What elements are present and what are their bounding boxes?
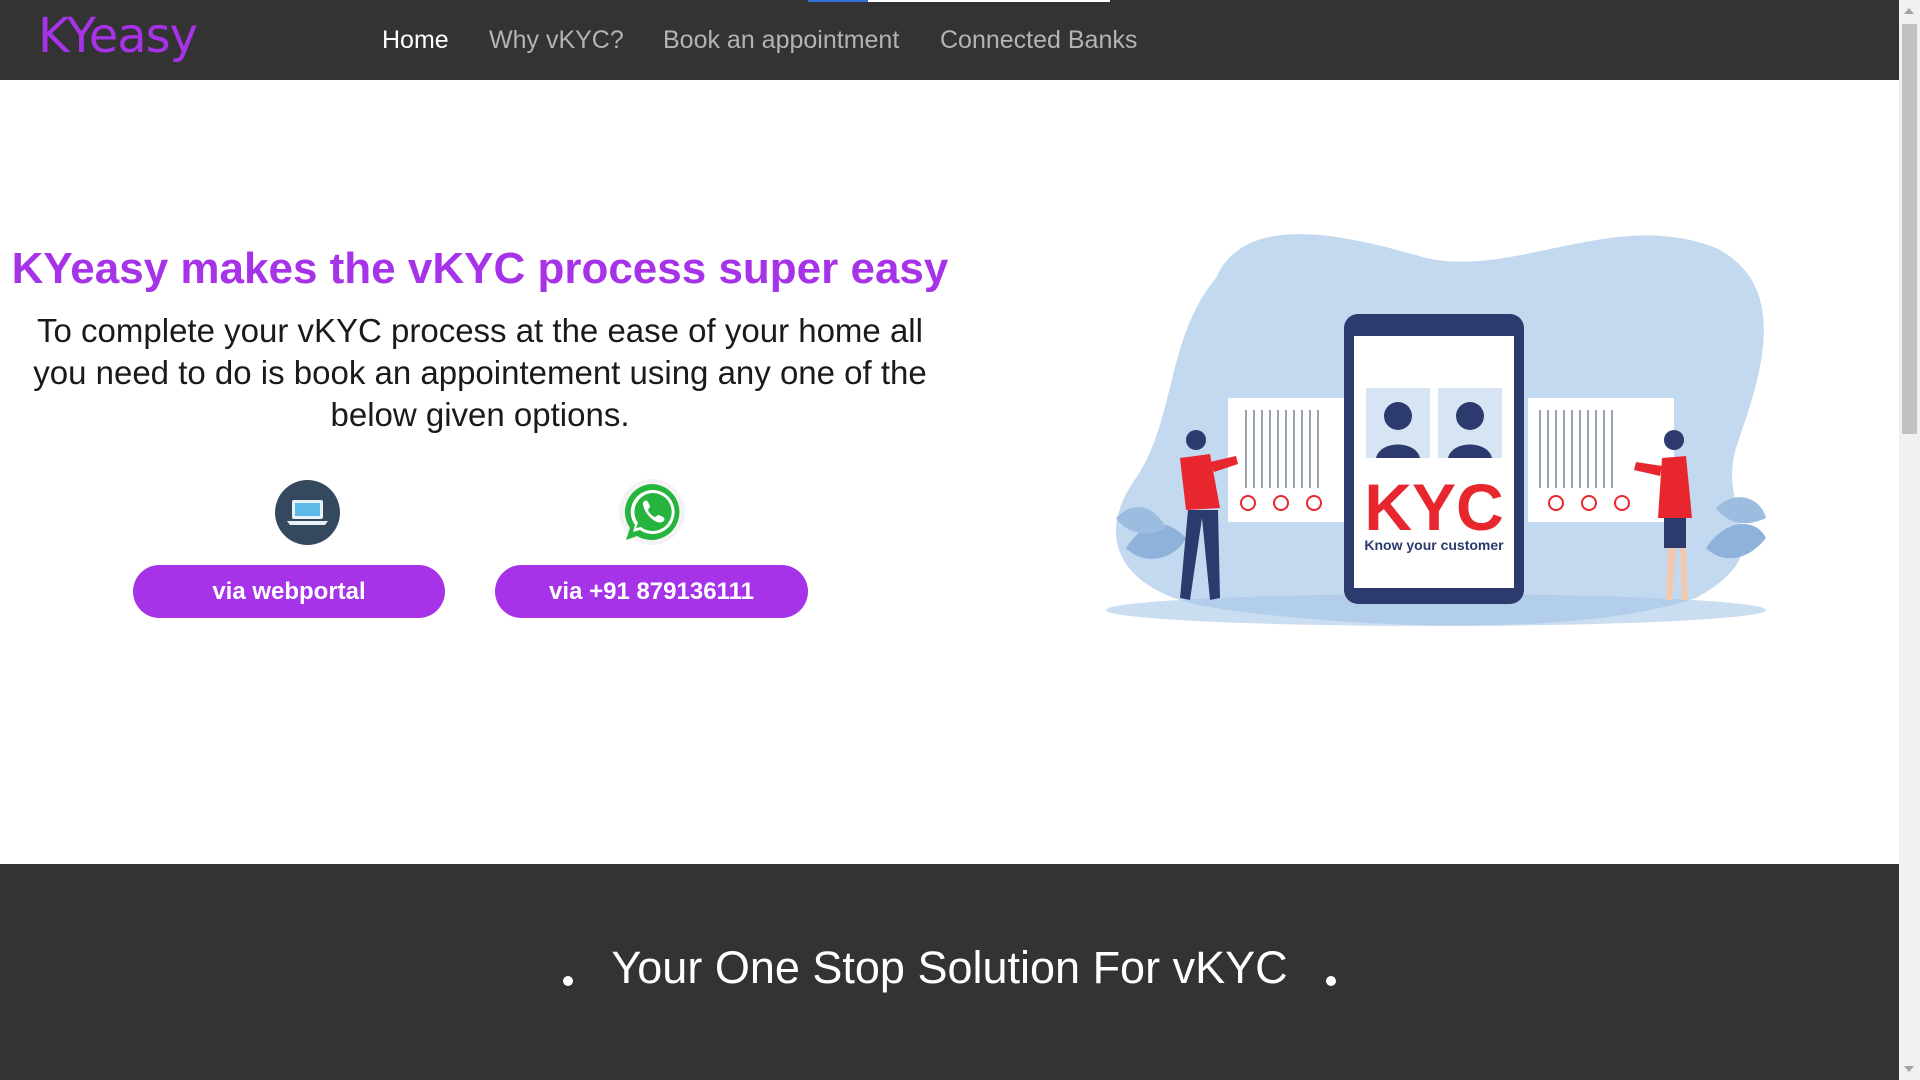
page: KYeasy Home Why vKYC? Book an appointmen…	[0, 0, 1920, 1080]
laptop-icon	[275, 480, 340, 545]
bullet-dot-left	[562, 975, 573, 986]
kyc-caption: Know your customer	[1364, 537, 1504, 553]
top-navbar: KYeasy Home Why vKYC? Book an appointmen…	[0, 0, 1899, 80]
loading-indicator	[808, 0, 1110, 2]
scrollbar-thumb[interactable]	[1902, 24, 1917, 434]
bullet-dot-right	[1326, 975, 1337, 986]
scroll-up-icon[interactable]	[1904, 8, 1914, 14]
webportal-button[interactable]: via webportal	[133, 565, 445, 618]
nav-home[interactable]: Home	[382, 26, 449, 55]
nav-book-appointment[interactable]: Book an appointment	[663, 26, 899, 55]
kyc-illustration: KYC Know your customer	[1106, 234, 1766, 626]
hero-subtitle: To complete your vKYC process at the eas…	[33, 312, 927, 433]
whatsapp-number-button[interactable]: via +91 879136111	[495, 565, 808, 618]
tagline-text: Your One Stop Solution For vKYC	[611, 942, 1288, 993]
whatsapp-icon	[618, 478, 686, 546]
tagline-row: Your One Stop Solution For vKYC	[0, 942, 1899, 994]
brand-logo[interactable]: KYeasy	[38, 8, 198, 64]
hero-title: KYeasy makes the vKYC process super easy	[11, 244, 949, 293]
page-scrollbar[interactable]	[1899, 0, 1920, 1080]
kyc-text: KYC	[1364, 470, 1503, 544]
nav-why-vkyc[interactable]: Why vKYC?	[489, 26, 624, 55]
nav-connected-banks[interactable]: Connected Banks	[940, 26, 1137, 55]
scroll-down-icon[interactable]	[1904, 1066, 1914, 1072]
